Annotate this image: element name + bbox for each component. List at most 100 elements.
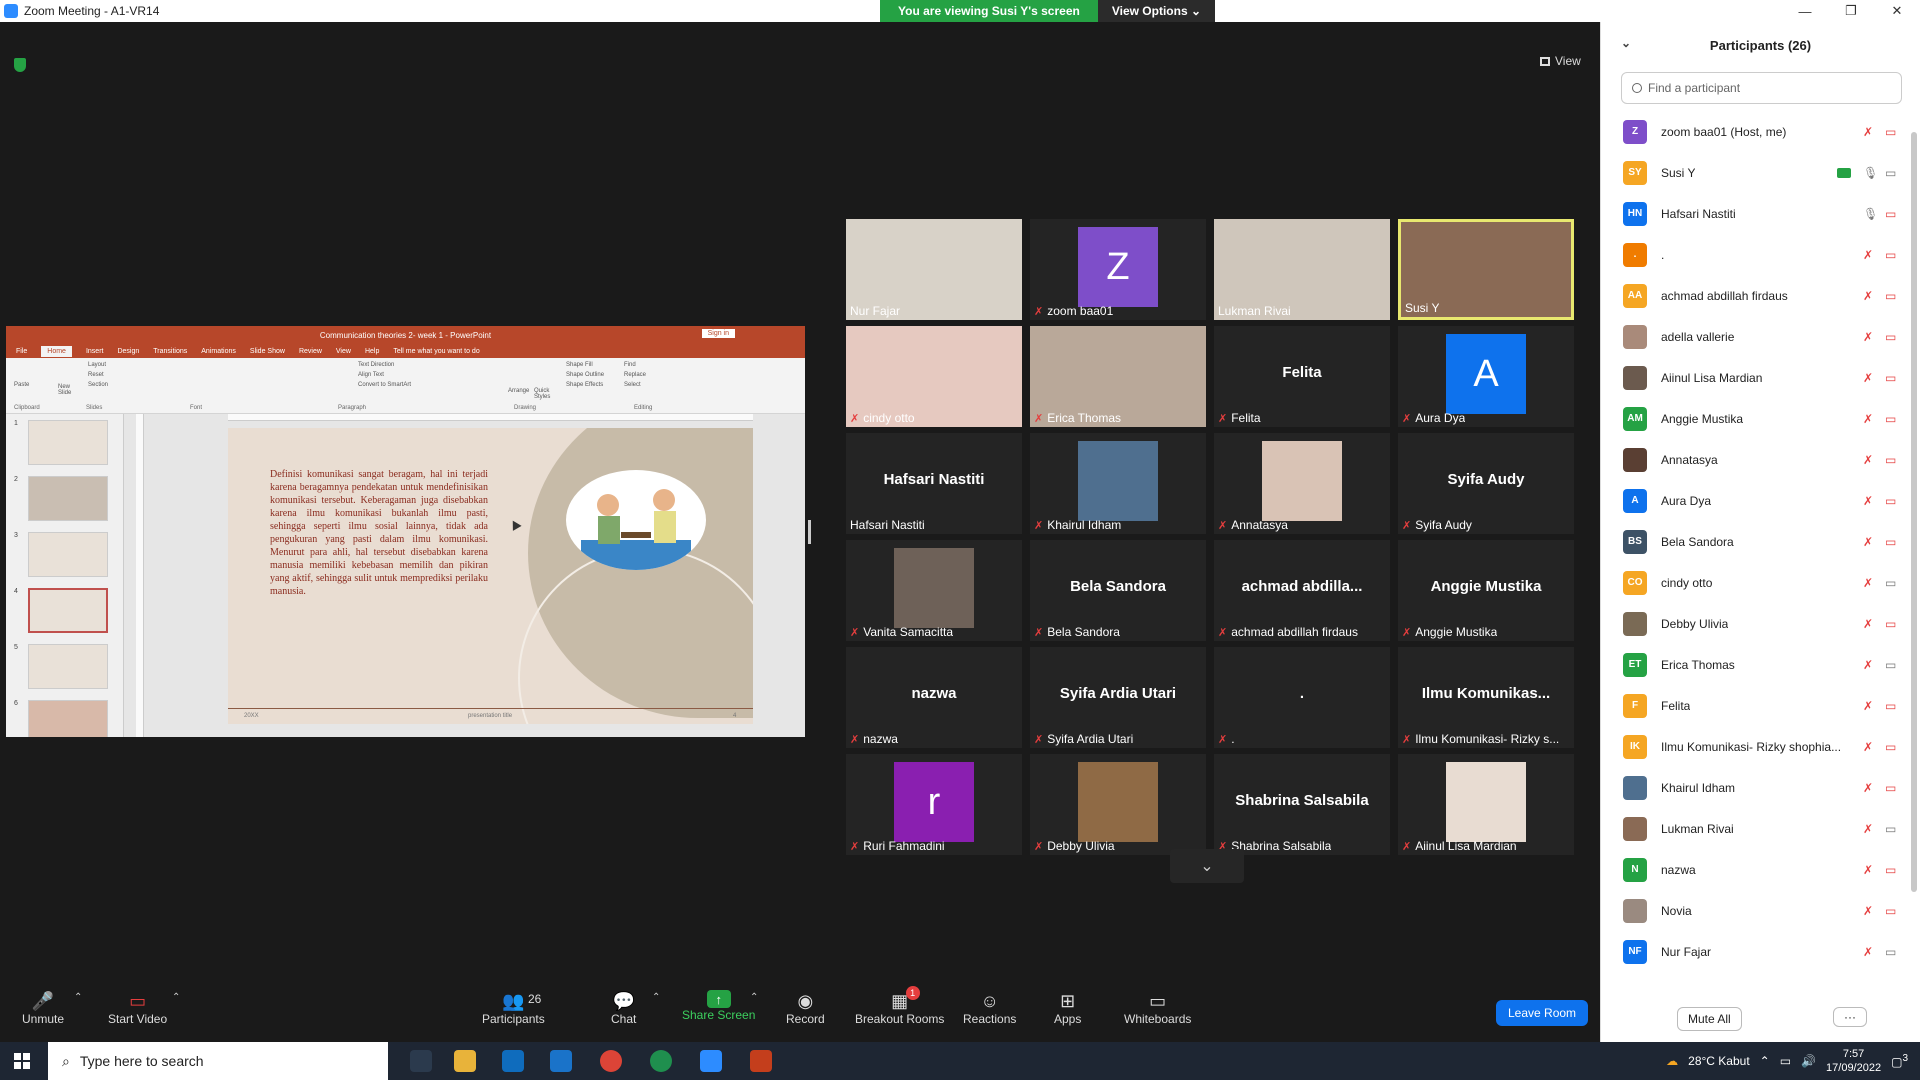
slide-footer: 20XX presentation title 4 <box>228 708 753 724</box>
network-icon[interactable]: ▭ <box>1780 1054 1791 1068</box>
taskbar-search-input[interactable]: ⌕ Type here to search <box>48 1042 388 1080</box>
file-explorer-icon[interactable] <box>454 1050 476 1072</box>
view-options-button[interactable]: View Options ⌄ <box>1097 0 1216 22</box>
powerpoint-icon[interactable] <box>750 1050 772 1072</box>
participant-tile[interactable]: ✗ Vanita Samacitta <box>846 540 1022 641</box>
participant-tile[interactable]: Shabrina Salsabila ✗ Shabrina Salsabila <box>1214 754 1390 855</box>
participant-tile[interactable]: ✗ Debby Ulivia <box>1030 754 1206 855</box>
apps-button[interactable]: ⊞ Apps <box>1054 990 1081 1027</box>
participant-list-scrollbar[interactable] <box>1911 132 1917 892</box>
volume-icon[interactable]: 🔊 <box>1801 1054 1816 1068</box>
participant-tile[interactable]: r ✗ Ruri Fahmadini <box>846 754 1022 855</box>
tray-chevron-icon[interactable]: ⌃ <box>1760 1054 1770 1068</box>
participant-row[interactable]: Khairul Idham ✗ ▭ <box>1601 767 1909 808</box>
participant-row[interactable]: IK Ilmu Komunikasi- Rizky shophia... ✗ ▭ <box>1601 726 1909 767</box>
camera-off-icon: ▭ <box>1885 452 1897 467</box>
participant-tile[interactable]: Nur Fajar <box>846 219 1022 320</box>
more-options-button[interactable]: ··· <box>1833 1007 1867 1027</box>
participant-row[interactable]: HN Hafsari Nastiti 🎙 ▭ <box>1601 193 1909 234</box>
ppt-arrange: Arrange <box>508 388 530 394</box>
store-icon[interactable] <box>502 1050 524 1072</box>
share-screen-button[interactable]: ↑ Share Screen <box>682 990 755 1022</box>
maximize-button[interactable]: ❐ <box>1828 0 1874 22</box>
breakout-rooms-button[interactable]: ▦ 1 Breakout Rooms <box>855 986 944 1026</box>
minimize-button[interactable]: — <box>1782 0 1828 22</box>
participant-avatar: ET <box>1623 652 1647 677</box>
participant-tile[interactable]: nazwa ✗ nazwa <box>846 647 1022 748</box>
unmute-button[interactable]: 🎤 Unmute <box>22 990 64 1027</box>
leave-room-button[interactable]: Leave Room <box>1496 1000 1589 1026</box>
participant-tile[interactable]: . ✗. <box>1214 647 1390 748</box>
close-button[interactable]: ✕ <box>1874 0 1920 22</box>
tile-namebar: Lukman Rivai <box>1218 304 1291 318</box>
participant-row[interactable]: CO cindy otto ✗ ▭ <box>1601 562 1909 603</box>
notifications-icon[interactable]: ▢3 <box>1891 1053 1908 1069</box>
participant-row[interactable]: AA achmad abdillah firdaus ✗ ▭ <box>1601 275 1909 316</box>
participant-row[interactable]: Lukman Rivai ✗ ▭ <box>1601 808 1909 849</box>
chrome-profile-icon[interactable] <box>650 1050 672 1072</box>
participant-tile[interactable]: Susi Y <box>1398 219 1574 320</box>
participant-row[interactable]: Novia ✗ ▭ <box>1601 890 1909 931</box>
clock[interactable]: 7:57 17/09/2022 <box>1826 1047 1881 1075</box>
zoom-taskbar-icon[interactable] <box>700 1050 722 1072</box>
task-view-icon[interactable] <box>410 1050 432 1072</box>
encryption-shield-icon[interactable] <box>14 58 26 72</box>
video-options-caret-icon[interactable]: ⌃ <box>172 992 180 1003</box>
participant-tile[interactable]: A ✗ Aura Dya <box>1398 326 1574 427</box>
reactions-button[interactable]: ☺ Reactions <box>963 990 1016 1027</box>
mic-off-icon: ✗ <box>1863 739 1874 754</box>
audio-options-caret-icon[interactable]: ⌃ <box>74 992 82 1003</box>
participant-row[interactable]: A Aura Dya ✗ ▭ <box>1601 480 1909 521</box>
participant-tile[interactable]: Syifa Audy ✗ Syifa Audy <box>1398 433 1574 534</box>
participant-row[interactable]: Aiinul Lisa Mardian ✗ ▭ <box>1601 357 1909 398</box>
participant-search-input[interactable]: Find a participant <box>1621 72 1902 104</box>
participant-row[interactable]: Annatasya ✗ ▭ <box>1601 439 1909 480</box>
participant-tile[interactable]: Felita ✗ Felita <box>1214 326 1390 427</box>
participant-tile[interactable]: ✗ Annatasya <box>1214 433 1390 534</box>
grid-icon <box>1540 56 1550 66</box>
share-caret-icon[interactable]: ⌃ <box>750 992 758 1003</box>
participant-tile[interactable]: ✗ Khairul Idham <box>1030 433 1206 534</box>
gallery-next-page-button[interactable]: ⌄ <box>1170 849 1244 883</box>
mute-all-button[interactable]: Mute All <box>1677 1007 1742 1031</box>
tile-name-label: Lukman Rivai <box>1218 304 1291 318</box>
participant-tile[interactable]: Z ✗ zoom baa01 <box>1030 219 1206 320</box>
participant-tile[interactable]: ✗ cindy otto <box>846 326 1022 427</box>
participant-tile[interactable]: Ilmu Komunikas... ✗ Ilmu Komunikasi- Rizky… <box>1398 647 1574 748</box>
split-drag-handle[interactable] <box>808 520 811 544</box>
view-button[interactable]: View <box>1540 54 1581 68</box>
participant-row[interactable]: Debby Ulivia ✗ ▭ <box>1601 603 1909 644</box>
avatar: Z <box>1078 227 1158 307</box>
participant-row[interactable]: ET Erica Thomas ✗ ▭ <box>1601 644 1909 685</box>
participant-row[interactable]: Nnazwa ✗ ▭ <box>1601 849 1909 890</box>
whiteboards-button[interactable]: ▭ Whiteboards <box>1124 990 1191 1027</box>
participant-tile[interactable]: Lukman Rivai <box>1214 219 1390 320</box>
participant-row[interactable]: NF Nur Fajar ✗ ▭ <box>1601 931 1909 972</box>
mic-muted-icon: ✗ <box>1034 733 1044 746</box>
participant-row[interactable]: F Felita ✗ ▭ <box>1601 685 1909 726</box>
participant-tile[interactable]: Syifa Ardia Utari ✗ Syifa Ardia Utari <box>1030 647 1206 748</box>
participant-row[interactable]: .. ✗ ▭ <box>1601 234 1909 275</box>
participant-tile[interactable]: Hafsari Nastiti Hafsari Nastiti <box>846 433 1022 534</box>
participant-tile[interactable]: ✗ Erica Thomas <box>1030 326 1206 427</box>
participant-row[interactable]: adella vallerie ✗ ▭ <box>1601 316 1909 357</box>
participant-row[interactable]: AM Anggie Mustika ✗ ▭ <box>1601 398 1909 439</box>
shared-screen[interactable]: Communication theories 2- week 1 - Power… <box>6 326 805 737</box>
participant-tile[interactable]: Bela Sandora ✗ Bela Sandora <box>1030 540 1206 641</box>
camera-off-icon: ▭ <box>1885 739 1897 754</box>
participant-row[interactable]: BS Bela Sandora ✗ ▭ <box>1601 521 1909 562</box>
chat-button[interactable]: 💬 Chat <box>611 990 636 1027</box>
camera-on-icon: ▭ <box>1885 657 1897 672</box>
participant-row[interactable]: SY Susi Y 🎙 ▭ <box>1601 152 1909 193</box>
participant-row[interactable]: Zzoom baa01 (Host, me) ✗ ▭ <box>1601 111 1909 152</box>
participant-tile[interactable]: ✗ Aiinul Lisa Mardian <box>1398 754 1574 855</box>
mail-icon[interactable] <box>550 1050 572 1072</box>
start-video-button[interactable]: ▭ Start Video <box>108 990 167 1027</box>
participant-tile[interactable]: Anggie Mustika ✗ Anggie Mustika <box>1398 540 1574 641</box>
participant-tile[interactable]: achmad abdilla... ✗ achmad abdillah firdau… <box>1214 540 1390 641</box>
chat-caret-icon[interactable]: ⌃ <box>652 992 660 1003</box>
record-button[interactable]: ◉ Record <box>786 990 825 1027</box>
collapse-chevron-icon[interactable]: ⌄ <box>1621 36 1631 50</box>
windows-start-icon[interactable] <box>14 1053 30 1069</box>
chrome-icon[interactable] <box>600 1050 622 1072</box>
